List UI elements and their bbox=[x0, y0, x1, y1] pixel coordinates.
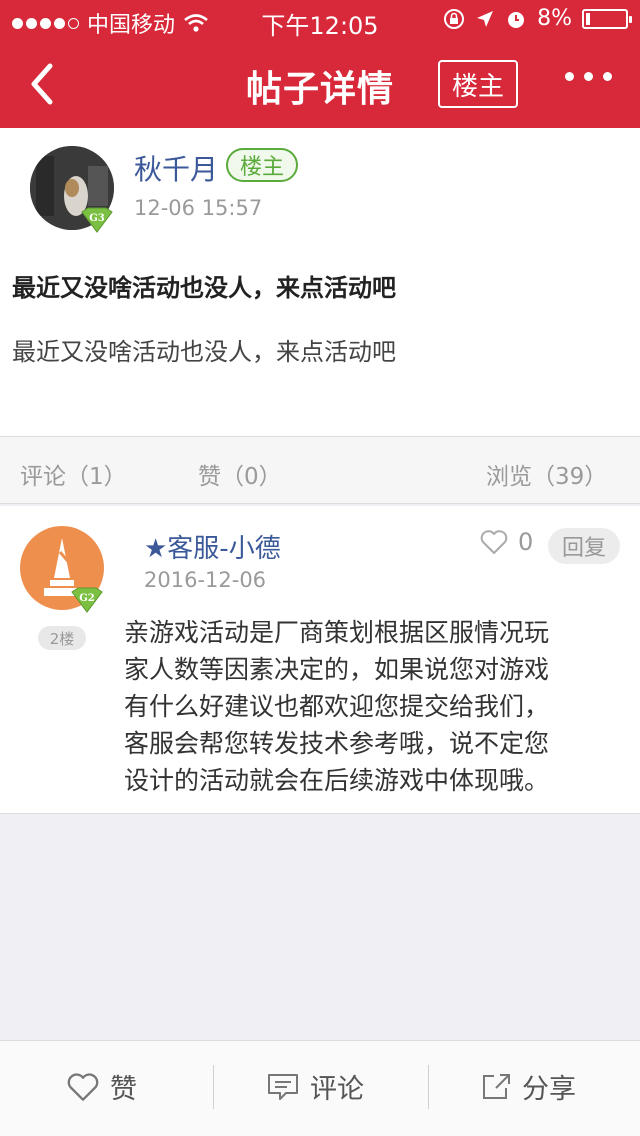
like-action-button[interactable]: 赞 bbox=[66, 1067, 137, 1106]
owner-only-button[interactable]: 楼主 bbox=[438, 60, 518, 108]
status-right: 8% bbox=[443, 6, 632, 31]
location-icon bbox=[477, 10, 494, 27]
comment-action-label: 评论 bbox=[310, 1074, 364, 1105]
reply-line: 客服会帮您转发技术参考哦，说不定您 bbox=[124, 729, 550, 758]
post-stats: 评论（1） 赞（0） 浏览（39） bbox=[0, 436, 640, 504]
reply-line: 有什么好建议也都欢迎您提交给我们， bbox=[124, 692, 550, 721]
comment-action-button[interactable]: 评论 bbox=[266, 1067, 364, 1106]
post-body: 最近又没啥活动也没人，来点活动吧 bbox=[12, 338, 396, 366]
reply-like-button[interactable]: 0 bbox=[480, 528, 533, 556]
post-card: G3 秋千月 楼主 12-06 15:57 最近又没啥活动也没人，来点活动吧 最… bbox=[0, 128, 640, 436]
author-name[interactable]: 秋千月 bbox=[134, 148, 218, 188]
bottom-action-bar: 赞 评论 分享 bbox=[0, 1040, 640, 1136]
comment-icon bbox=[268, 1073, 298, 1100]
share-icon bbox=[483, 1073, 510, 1099]
heart-icon bbox=[480, 530, 508, 554]
like-count[interactable]: 赞（0） bbox=[198, 457, 282, 491]
nav-bar: 帖子详情 楼主 bbox=[0, 40, 640, 128]
floor-number: 2楼 bbox=[38, 626, 86, 650]
owner-tag: 楼主 bbox=[226, 148, 298, 182]
svg-text:G2: G2 bbox=[79, 593, 95, 604]
reply-line: 设计的活动就会在后续游戏中体现哦。 bbox=[124, 766, 550, 795]
level-badge-g3-icon: G3 bbox=[81, 207, 113, 233]
reply-like-count: 0 bbox=[518, 528, 534, 556]
post-title: 最近又没啥活动也没人，来点活动吧 bbox=[12, 274, 396, 302]
post-time: 12-06 15:57 bbox=[134, 196, 263, 220]
share-action-button[interactable]: 分享 bbox=[480, 1067, 576, 1106]
comment-count[interactable]: 评论（1） bbox=[20, 457, 127, 491]
reply-line: 亲游戏活动是厂商策划根据区服情况玩 bbox=[124, 618, 550, 647]
reply-item: G2 2楼 ★客服-小德 2016-12-06 0 回复 亲游戏活动是厂商策划根… bbox=[0, 506, 640, 814]
battery-percent: 8% bbox=[537, 6, 572, 31]
reply-date: 2016-12-06 bbox=[144, 568, 267, 592]
divider bbox=[213, 1065, 214, 1109]
battery-icon bbox=[582, 8, 632, 29]
view-count: 浏览（39） bbox=[486, 464, 608, 490]
page-title: 帖子详情 bbox=[245, 69, 394, 110]
rotation-lock-icon bbox=[444, 8, 465, 29]
alarm-icon bbox=[508, 11, 525, 28]
status-bar: 中国移动 下午12:05 8% bbox=[0, 0, 640, 40]
level-badge-g2-icon: G2 bbox=[71, 587, 103, 613]
heart-icon bbox=[67, 1072, 99, 1101]
top-bar: 中国移动 下午12:05 8% 帖子详情 楼主 bbox=[0, 0, 640, 128]
share-action-label: 分享 bbox=[522, 1074, 576, 1105]
divider bbox=[428, 1065, 429, 1109]
svg-text:G3: G3 bbox=[89, 213, 105, 224]
replier-name[interactable]: ★客服-小德 bbox=[144, 528, 281, 565]
reply-button[interactable]: 回复 bbox=[548, 528, 620, 564]
reply-line: 家人数等因素决定的，如果说您对游戏 bbox=[124, 655, 550, 684]
reply-content: 亲游戏活动是厂商策划根据区服情况玩 家人数等因素决定的，如果说您对游戏 有什么好… bbox=[124, 614, 614, 799]
like-action-label: 赞 bbox=[110, 1074, 137, 1105]
more-menu-icon[interactable] bbox=[565, 72, 612, 81]
